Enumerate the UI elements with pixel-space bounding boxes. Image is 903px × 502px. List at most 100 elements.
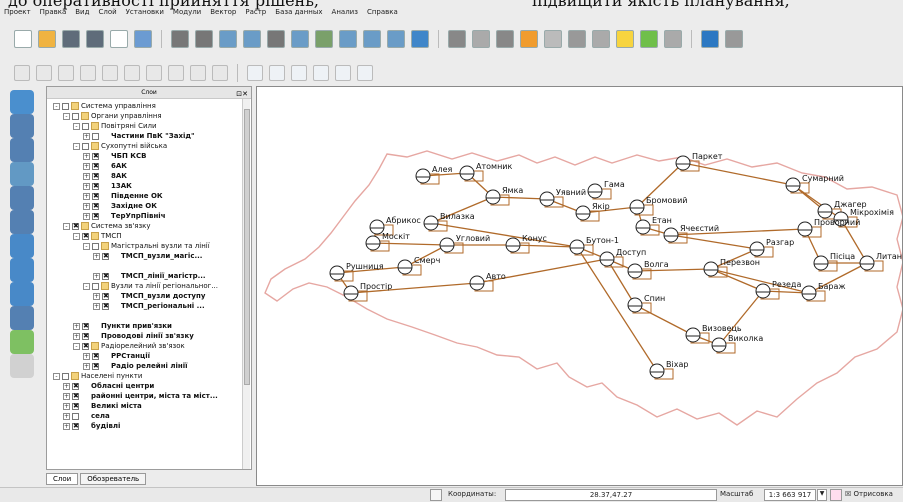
label-move-icon[interactable] xyxy=(313,65,329,81)
paste-icon[interactable] xyxy=(212,65,228,81)
layer-visibility-checkbox[interactable]: ✖ xyxy=(72,382,79,390)
open-project-icon[interactable] xyxy=(38,30,56,48)
layer-row[interactable]: - ✖ ТМСП xyxy=(73,231,121,241)
menu-item-7[interactable]: Растр xyxy=(245,8,266,16)
map-node[interactable]: Ямка xyxy=(485,186,523,206)
save-project-icon[interactable] xyxy=(62,30,80,48)
new-project-icon[interactable] xyxy=(14,30,32,48)
pointer-icon[interactable] xyxy=(430,489,442,501)
move-feature-icon[interactable] xyxy=(102,65,118,81)
print-manager-icon[interactable] xyxy=(134,30,152,48)
menu-item-10[interactable]: Справка xyxy=(367,8,398,16)
menu-item-0[interactable]: Проект xyxy=(4,8,31,16)
layer-visibility-checkbox[interactable] xyxy=(92,282,99,290)
expand-icon[interactable]: + xyxy=(83,162,90,170)
measure-icon[interactable] xyxy=(544,30,562,48)
map-node[interactable]: Якір xyxy=(575,202,610,222)
layer-row[interactable]: + ✖ Радіо релейні лінії xyxy=(83,361,188,371)
annotation-icon[interactable] xyxy=(592,30,610,48)
expand-icon[interactable]: + xyxy=(73,332,80,340)
layer-row[interactable]: + Частини ПвК "Захід" xyxy=(83,131,195,141)
layer-visibility-checkbox[interactable]: ✖ xyxy=(72,222,79,230)
layer-visibility-checkbox[interactable]: ✖ xyxy=(92,192,99,200)
layer-row[interactable]: + ✖ Південне ОК xyxy=(83,191,163,201)
layer-visibility-checkbox[interactable]: ✖ xyxy=(72,402,79,410)
expand-icon[interactable]: - xyxy=(53,372,60,380)
expand-icon[interactable]: + xyxy=(83,192,90,200)
menu-item-8[interactable]: База данных xyxy=(275,8,322,16)
map-node[interactable]: Волга xyxy=(627,260,669,280)
menu-item-3[interactable]: Слой xyxy=(98,8,116,16)
pan-icon[interactable] xyxy=(195,30,213,48)
bookmark-icon[interactable] xyxy=(640,30,658,48)
map-node[interactable]: Виколка xyxy=(711,334,763,354)
layer-visibility-checkbox[interactable]: ✖ xyxy=(92,212,99,220)
layer-visibility-checkbox[interactable]: ✖ xyxy=(82,232,89,240)
layer-visibility-checkbox[interactable] xyxy=(72,112,79,120)
layer-visibility-checkbox[interactable]: ✖ xyxy=(82,342,89,350)
expand-icon[interactable]: + xyxy=(83,202,90,210)
expand-icon[interactable]: - xyxy=(73,232,80,240)
map-node[interactable]: Вилазка xyxy=(423,212,475,232)
expand-icon[interactable]: - xyxy=(53,102,60,110)
layer-visibility-checkbox[interactable] xyxy=(72,412,79,420)
map-node[interactable]: Бромовий xyxy=(629,196,688,216)
stats-icon[interactable] xyxy=(568,30,586,48)
embed-layer-icon[interactable] xyxy=(10,354,34,378)
expand-icon[interactable]: + xyxy=(63,382,70,390)
layer-row[interactable]: + ✖ 6АК xyxy=(83,161,127,171)
map-node[interactable]: Смерч xyxy=(397,256,440,276)
menu-item-5[interactable]: Модули xyxy=(173,8,201,16)
new-layer-icon[interactable] xyxy=(10,330,34,354)
add-mssql-layer-icon[interactable] xyxy=(10,186,34,210)
copy-icon[interactable] xyxy=(190,65,206,81)
layer-visibility-checkbox[interactable] xyxy=(92,132,99,140)
expand-icon[interactable]: + xyxy=(83,212,90,220)
layer-visibility-checkbox[interactable]: ✖ xyxy=(82,322,89,330)
label-icon[interactable] xyxy=(247,65,263,81)
zoom-in-icon[interactable] xyxy=(243,30,261,48)
zoom-out-icon[interactable] xyxy=(267,30,285,48)
expand-icon[interactable]: + xyxy=(63,412,70,420)
map-node[interactable]: Віхар xyxy=(649,360,688,380)
map-node[interactable]: Уявний xyxy=(539,188,586,208)
add-wms-layer-icon[interactable] xyxy=(10,234,34,258)
add-delimited-text-icon[interactable] xyxy=(10,306,34,330)
map-node[interactable]: Гама xyxy=(587,180,625,200)
layer-row[interactable]: + ✖ будівлі xyxy=(63,421,120,431)
map-node[interactable]: Сумарний xyxy=(785,174,844,194)
expand-icon[interactable]: - xyxy=(73,342,80,350)
layer-row[interactable]: - Органи управління xyxy=(63,111,162,121)
layer-row[interactable]: + ✖ ТМСП_регіональні ... xyxy=(93,301,205,311)
layer-row[interactable]: - Населені пункти xyxy=(53,371,142,381)
layer-visibility-checkbox[interactable]: ✖ xyxy=(92,152,99,160)
whats-this-icon[interactable] xyxy=(725,30,743,48)
pan-to-selection-icon[interactable] xyxy=(219,30,237,48)
menu-item-2[interactable]: Вид xyxy=(75,8,89,16)
expand-icon[interactable]: - xyxy=(73,122,80,130)
layer-row[interactable]: + ✖ Західне ОК xyxy=(83,201,157,211)
layer-visibility-checkbox[interactable]: ✖ xyxy=(82,332,89,340)
add-feature-icon[interactable] xyxy=(80,65,96,81)
map-node[interactable]: Москіт xyxy=(365,232,410,252)
render-toggle[interactable]: ☒ Отрисовка xyxy=(845,490,893,498)
warning-icon[interactable] xyxy=(830,489,842,501)
layer-row[interactable]: + ✖ Обласні центри xyxy=(63,381,154,391)
menu-item-1[interactable]: Правка xyxy=(40,8,67,16)
layer-visibility-checkbox[interactable]: ✖ xyxy=(102,272,109,280)
text-annotation-icon[interactable] xyxy=(664,30,682,48)
expand-icon[interactable]: - xyxy=(63,112,70,120)
chevron-down-icon[interactable]: ▼ xyxy=(817,489,827,501)
zoom-next-icon[interactable] xyxy=(387,30,405,48)
layer-row[interactable]: + ✖ Проводові лінії зв'язку xyxy=(73,331,194,341)
add-raster-layer-icon[interactable] xyxy=(10,114,34,138)
menu-item-4[interactable]: Установки xyxy=(126,8,164,16)
select-features-icon[interactable] xyxy=(472,30,490,48)
layer-visibility-checkbox[interactable] xyxy=(62,372,69,380)
toggle-edit-icon[interactable] xyxy=(36,65,52,81)
layer-row[interactable]: + ✖ 8АК xyxy=(83,171,127,181)
expand-icon[interactable]: + xyxy=(83,352,90,360)
layer-visibility-checkbox[interactable]: ✖ xyxy=(102,302,109,310)
layer-visibility-checkbox[interactable]: ✖ xyxy=(92,362,99,370)
add-wcs-layer-icon[interactable] xyxy=(10,258,34,282)
